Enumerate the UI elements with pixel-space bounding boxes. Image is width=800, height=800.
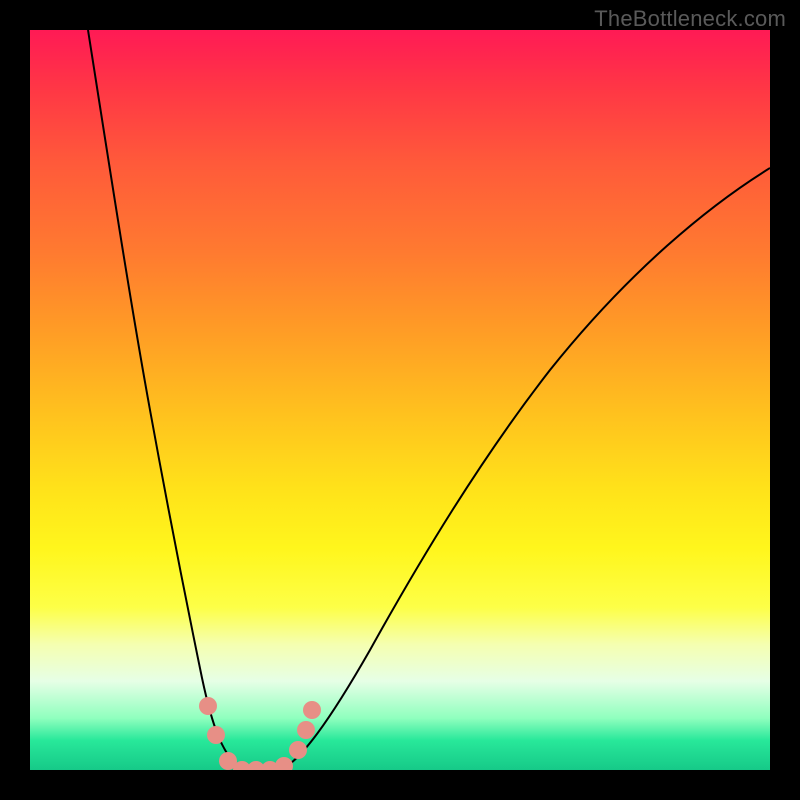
plot-area (30, 30, 770, 770)
watermark-text: TheBottleneck.com (594, 6, 786, 32)
chart-svg (30, 30, 770, 770)
chart-frame: TheBottleneck.com (0, 0, 800, 800)
left-curve (88, 30, 242, 770)
bottom-markers (199, 697, 321, 770)
right-curve (280, 168, 770, 770)
